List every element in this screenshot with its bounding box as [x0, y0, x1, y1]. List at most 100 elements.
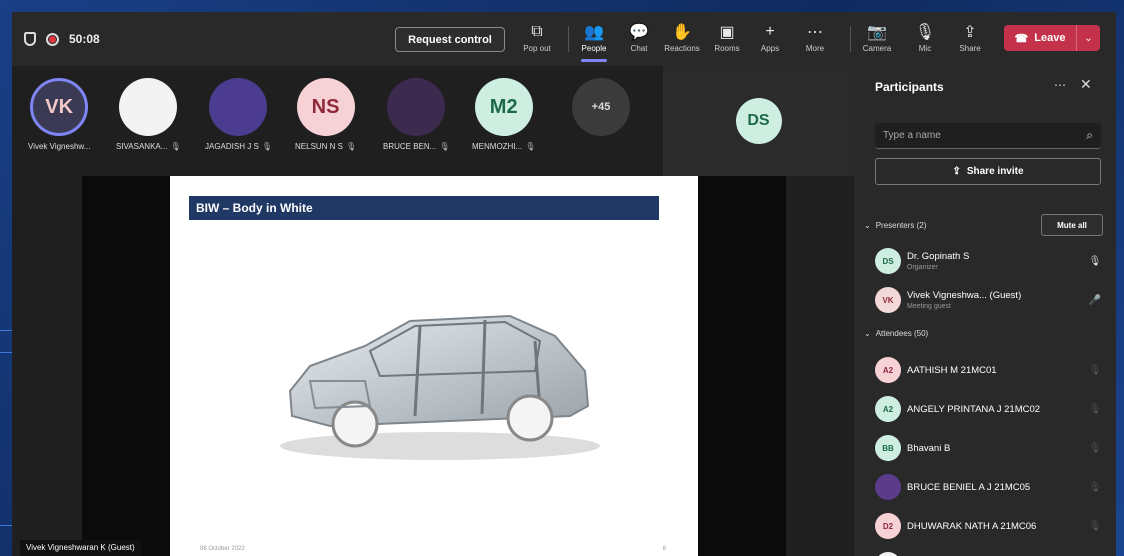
- leave-main[interactable]: ☎ Leave: [1004, 32, 1076, 45]
- avatar: DS: [735, 98, 782, 144]
- mic-muted-icon: 🎙: [525, 142, 536, 151]
- mic-muted-icon: 🎙: [261, 142, 272, 151]
- participant-row[interactable]: A2 AATHISH M 21MC01 🎙: [875, 354, 1105, 386]
- panel-title: Participants: [875, 80, 944, 94]
- search-box[interactable]: ⌕: [875, 123, 1101, 149]
- people-icon: 👥: [584, 24, 604, 41]
- attendees-section-header[interactable]: ⌄ Attendees (50): [864, 329, 928, 338]
- participant-name: BRUCE BENIEL A J 21MC05: [907, 481, 1031, 493]
- close-icon[interactable]: ✕: [1080, 76, 1092, 93]
- camera-off-icon: 📷: [867, 24, 887, 41]
- participant-row[interactable]: DS Dr. Gopinath S Organizer 🎙: [875, 245, 1105, 277]
- mute-all-button[interactable]: Mute all: [1041, 214, 1103, 236]
- leave-options-chevron-icon[interactable]: ⌄: [1076, 25, 1100, 51]
- toolbar-more-button[interactable]: ⋯ More: [795, 20, 835, 60]
- toolbar-pop-out-button[interactable]: ⧉ Pop out: [517, 20, 557, 60]
- request-control-button[interactable]: Request control: [395, 27, 505, 52]
- avatar: NS: [296, 78, 355, 136]
- chat-icon: 💬: [629, 24, 649, 41]
- desktop-decoration: [0, 330, 12, 331]
- car-body-image: [280, 314, 600, 460]
- participant-info: Bhavani B: [907, 443, 1085, 454]
- avatar: A2: [875, 396, 901, 422]
- participant-name-label: Vivek Vigneshw...: [28, 142, 91, 151]
- leave-label: Leave: [1034, 32, 1066, 44]
- toolbar-button-label: Chat: [630, 44, 648, 53]
- desktop-decoration: [0, 352, 12, 353]
- participant-name: ANGELY PRINTANA J 21MC02: [907, 403, 1041, 415]
- mic-off-icon: 🎙: [914, 24, 936, 41]
- phone-hangup-icon: ☎: [1014, 32, 1029, 45]
- toolbar-button-label: Mic: [918, 44, 932, 53]
- participant-tile[interactable]: JAGADISH J S 🎙: [205, 78, 272, 151]
- participant-name: AATHISH M 21MC01: [907, 364, 997, 376]
- toolbar-share-button[interactable]: ⇪ Share: [950, 20, 990, 60]
- participant-name: NELSUN N S 🎙: [295, 142, 356, 151]
- participant-tile[interactable]: NS NELSUN N S 🎙: [295, 78, 356, 151]
- participant-row[interactable]: BRUCE BENIEL A J 21MC05 🎙: [875, 471, 1105, 503]
- leave-button[interactable]: ☎ Leave ⌄: [1004, 25, 1100, 51]
- avatar: DS: [875, 248, 901, 274]
- toolbar-people-button[interactable]: 👥 People: [574, 20, 614, 62]
- mic-icon: 🎤: [1088, 294, 1102, 306]
- participant-tile[interactable]: VK Vivek Vigneshw...: [28, 78, 90, 151]
- participant-name: BRUCE BEN... 🎙: [383, 142, 450, 151]
- meeting-toolbar: 50:08 Request control ⧉ Pop out 👥 People 💬 Ch…: [12, 12, 1116, 66]
- share-invite-icon: ⇪: [952, 166, 961, 177]
- participant-row[interactable]: D2 DHUWARAK NATH A 21MC06 🎙: [875, 510, 1105, 542]
- participant-row[interactable]: BB Bhavani B 🎙: [875, 432, 1105, 464]
- participant-tile[interactable]: SIVASANKA... 🎙: [116, 78, 181, 151]
- toolbar-rooms-button[interactable]: ▣ Rooms: [707, 20, 747, 60]
- mic-muted-icon: 🎙: [1088, 255, 1102, 267]
- participant-info: AATHISH M 21MC01: [907, 365, 1085, 376]
- participant-tile[interactable]: +45: [572, 78, 630, 136]
- participant-info: Vivek Vigneshwa... (Guest) Meeting guest: [907, 290, 1085, 310]
- toolbar-reactions-button[interactable]: ✋ Reactions: [662, 20, 702, 60]
- search-icon[interactable]: ⌕: [1086, 128, 1093, 143]
- presenters-label: Presenters (2): [875, 221, 927, 230]
- participant-row[interactable]: VK Vivek Vigneshwa... (Guest) Meeting gues…: [875, 284, 1105, 316]
- more-icon: ⋯: [807, 24, 823, 41]
- participant-name-label: JAGADISH J S: [205, 142, 259, 151]
- more-options-icon[interactable]: ⋯: [1054, 78, 1066, 92]
- participant-tile-large[interactable]: DS: [663, 66, 854, 176]
- search-input[interactable]: [883, 130, 1087, 141]
- participant-name-label: SIVASANKA...: [116, 142, 168, 151]
- avatar: D2: [875, 552, 901, 556]
- avatar: [119, 78, 178, 136]
- participant-name: SIVASANKA... 🎙: [116, 142, 181, 151]
- apps-icon: +: [765, 23, 775, 40]
- toolbar-apps-button[interactable]: + Apps: [750, 20, 790, 60]
- participant-row[interactable]: A2 ANGELY PRINTANA J 21MC02 🎙: [875, 393, 1105, 425]
- toolbar-button-label: Camera: [862, 44, 892, 53]
- meeting-timer: 50:08: [69, 32, 100, 46]
- toolbar-divider: [568, 26, 569, 52]
- participant-name: Vivek Vigneshwa... (Guest): [907, 290, 1022, 301]
- participant-name: DHUWARAK NATH A 21MC06: [907, 520, 1037, 532]
- desktop-decoration: [0, 525, 12, 526]
- share-icon: ⇪: [963, 24, 977, 41]
- shield-icon: [24, 32, 36, 46]
- toolbar-camera-button[interactable]: 📷 Camera: [857, 20, 897, 60]
- share-invite-label: Share invite: [966, 166, 1024, 177]
- participant-name: Bhavani B: [907, 442, 951, 454]
- mic-muted-icon: 🎙: [1088, 364, 1102, 376]
- participant-name: Vivek Vigneshw...: [28, 142, 90, 151]
- slide-page-number: 8: [662, 546, 666, 552]
- toolbar-chat-button[interactable]: 💬 Chat: [619, 20, 659, 60]
- teams-meeting-window: 50:08 Request control ⧉ Pop out 👥 People 💬 Ch…: [12, 12, 1116, 556]
- participant-name-label: MENMOZHI...: [472, 142, 523, 151]
- participant-tile[interactable]: M2 MENMOZHI... 🎙: [472, 78, 535, 151]
- toolbar-button-label: People: [581, 44, 607, 53]
- avatar: +45: [572, 78, 630, 136]
- participant-tile[interactable]: BRUCE BEN... 🎙: [383, 78, 450, 151]
- toolbar-mic-button[interactable]: 🎙 Mic: [905, 20, 945, 60]
- avatar: VK: [875, 287, 901, 313]
- share-invite-button[interactable]: ⇪ Share invite: [875, 158, 1101, 185]
- presenter-name-tag: Vivek Vigneshwaran K (Guest): [20, 540, 141, 556]
- participant-row[interactable]: D2DHUWARAKESH K 21MC07🎙: [875, 549, 1105, 556]
- presenters-section-header[interactable]: ⌄ Presenters (2): [864, 221, 926, 230]
- avatar: [875, 474, 901, 500]
- mic-muted-icon: 🎙: [439, 142, 450, 151]
- avatar: D2: [875, 513, 901, 539]
